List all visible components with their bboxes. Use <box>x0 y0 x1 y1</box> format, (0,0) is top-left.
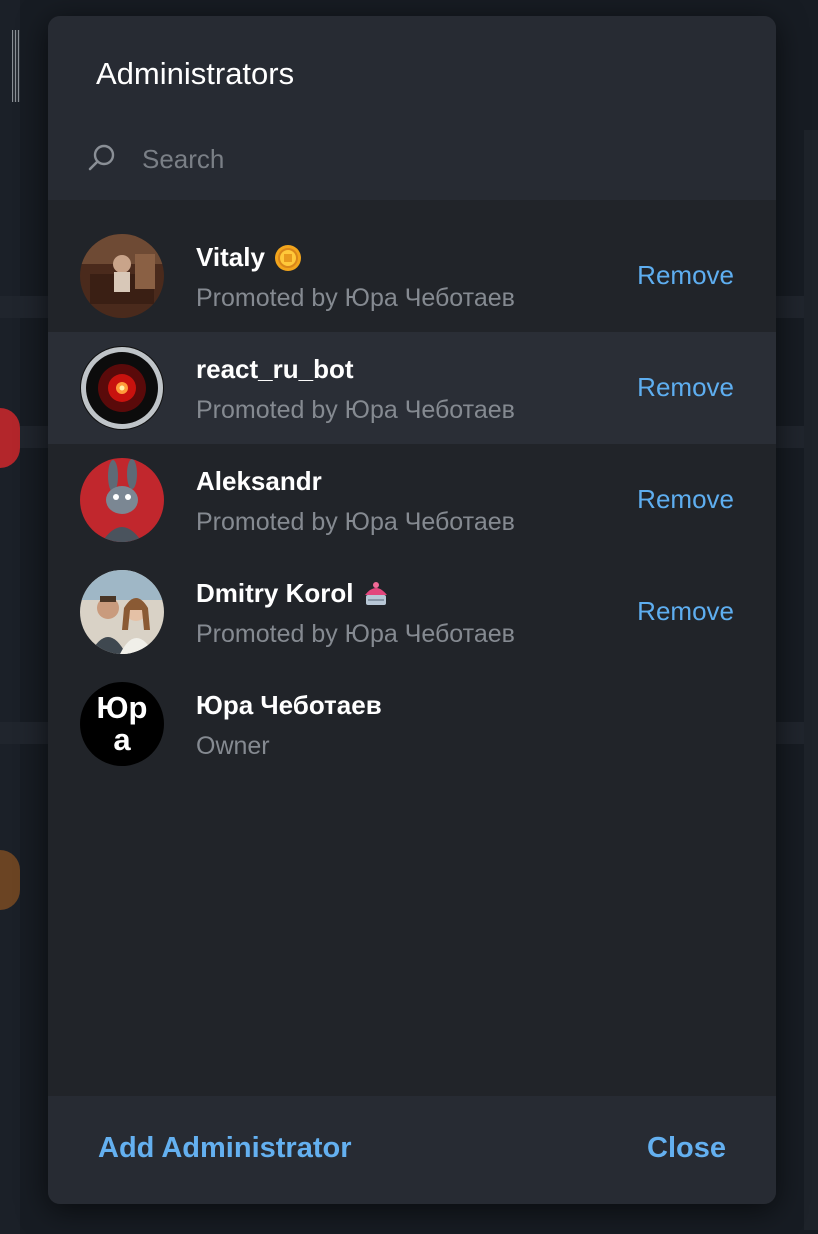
admin-name: Dmitry Korol <box>196 578 354 608</box>
remove-button[interactable]: Remove <box>637 484 734 515</box>
admin-subtitle: Owner <box>196 732 270 760</box>
admin-subtitle: Promoted by Юра Чеботаев <box>196 620 515 648</box>
admin-subtitle: Promoted by Юра Чеботаев <box>196 396 515 424</box>
cake-status-icon <box>365 581 388 605</box>
coin-status-icon <box>274 244 301 271</box>
admin-row[interactable]: Dmitry Korol Promoted by Юра Чеботаев Re… <box>48 556 776 668</box>
remove-button[interactable]: Remove <box>637 260 734 291</box>
dialog-title: Administrators <box>96 56 295 91</box>
avatar <box>80 234 164 318</box>
admin-row[interactable]: react_ru_bot Promoted by Юра Чеботаев Re… <box>48 332 776 444</box>
admin-name: Vitaly <box>196 242 265 272</box>
close-button[interactable]: Close <box>647 1132 726 1165</box>
search-bar[interactable] <box>48 124 776 200</box>
admin-name: react_ru_bot <box>196 354 354 384</box>
avatar: Юра <box>80 682 164 766</box>
admin-name: Aleksandr <box>196 466 322 496</box>
dialog-header: Administrators <box>48 16 776 200</box>
search-input[interactable] <box>140 138 744 180</box>
remove-button[interactable]: Remove <box>637 372 734 403</box>
avatar <box>80 570 164 654</box>
admin-row[interactable]: Aleksandr Promoted by Юра Чеботаев Remov… <box>48 444 776 556</box>
backdrop-sidebar <box>0 0 20 1234</box>
backdrop-panel <box>804 130 818 1230</box>
admin-name: Юра Чеботаев <box>196 690 382 720</box>
avatar <box>80 346 164 430</box>
avatar-text: Юра <box>96 690 148 757</box>
add-administrator-button[interactable]: Add Administrator <box>98 1132 351 1165</box>
remove-button[interactable]: Remove <box>637 596 734 627</box>
admin-subtitle: Promoted by Юра Чеботаев <box>196 284 515 312</box>
admin-subtitle: Promoted by Юра Чеботаев <box>196 508 515 536</box>
dialog-footer: Add Administrator Close <box>48 1096 776 1204</box>
admin-list: Vitaly Promoted by Юра Чеботаев Remove r… <box>48 220 776 780</box>
admin-row[interactable]: Vitaly Promoted by Юра Чеботаев Remove <box>48 220 776 332</box>
backdrop-image <box>12 30 20 102</box>
avatar <box>80 458 164 542</box>
search-icon <box>88 144 115 171</box>
administrators-dialog: Administrators Vitaly <box>48 16 776 1204</box>
admin-row[interactable]: Юра Юра Чеботаев Owner <box>48 668 776 780</box>
